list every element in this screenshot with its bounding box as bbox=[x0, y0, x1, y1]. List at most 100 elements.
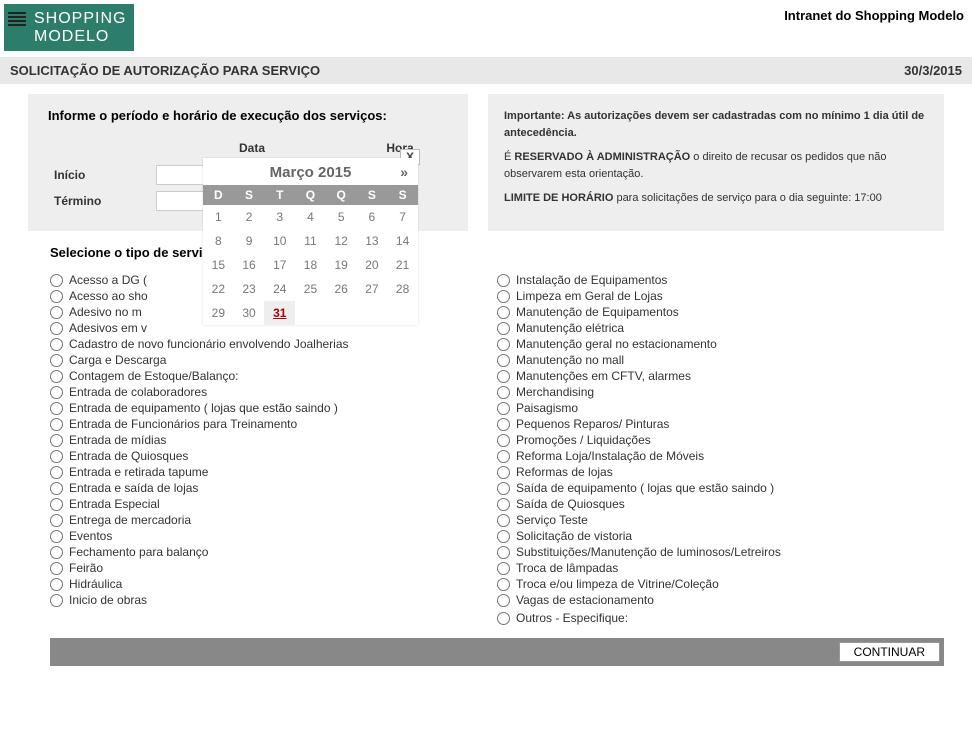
service-radio[interactable] bbox=[497, 498, 510, 511]
calendar-day-cell[interactable]: 1 bbox=[203, 205, 234, 229]
service-radio[interactable] bbox=[497, 450, 510, 463]
calendar-day-cell[interactable]: 26 bbox=[326, 277, 357, 301]
service-radio[interactable] bbox=[50, 322, 63, 335]
calendar-day-cell[interactable]: 2 bbox=[234, 205, 265, 229]
service-label: Manutenção de Equipamentos bbox=[516, 305, 679, 319]
calendar-day-cell[interactable]: 28 bbox=[387, 277, 418, 301]
calendar-day-cell[interactable]: 19 bbox=[326, 253, 357, 277]
service-radio[interactable] bbox=[50, 562, 63, 575]
service-radio[interactable] bbox=[50, 594, 63, 607]
service-radio[interactable] bbox=[50, 466, 63, 479]
service-radio[interactable] bbox=[50, 482, 63, 495]
service-radio[interactable] bbox=[497, 434, 510, 447]
service-radio[interactable] bbox=[497, 274, 510, 287]
calendar-day-cell[interactable]: 13 bbox=[357, 229, 388, 253]
service-item: Entrada de mídias bbox=[50, 432, 497, 448]
service-label: Entrada de Quiosques bbox=[69, 449, 188, 463]
calendar-day-cell[interactable]: 14 bbox=[387, 229, 418, 253]
calendar-day-cell[interactable]: 31 bbox=[264, 301, 295, 325]
calendar-day-cell[interactable]: 5 bbox=[326, 205, 357, 229]
service-radio[interactable] bbox=[497, 322, 510, 335]
service-radio[interactable] bbox=[50, 338, 63, 351]
calendar-day-cell[interactable]: 29 bbox=[203, 301, 234, 325]
calendar-day-cell[interactable]: 30 bbox=[234, 301, 265, 325]
service-radio[interactable] bbox=[497, 370, 510, 383]
service-radio[interactable] bbox=[50, 418, 63, 431]
service-radio[interactable] bbox=[50, 450, 63, 463]
service-radio[interactable] bbox=[497, 354, 510, 367]
service-radio[interactable] bbox=[497, 594, 510, 607]
intranet-title: Intranet do Shopping Modelo bbox=[784, 4, 964, 23]
calendar-day-cell[interactable]: 15 bbox=[203, 253, 234, 277]
service-radio[interactable] bbox=[497, 546, 510, 559]
service-item: Vagas de estacionamento bbox=[497, 592, 944, 608]
service-radio[interactable] bbox=[50, 306, 63, 319]
service-radio[interactable] bbox=[497, 338, 510, 351]
calendar-day-cell[interactable]: 12 bbox=[326, 229, 357, 253]
calendar-day-cell[interactable]: 27 bbox=[357, 277, 388, 301]
calendar-day-cell[interactable]: 3 bbox=[264, 205, 295, 229]
service-radio[interactable] bbox=[497, 514, 510, 527]
calendar-dow-cell: S bbox=[234, 185, 265, 205]
calendar-day-cell[interactable]: 21 bbox=[387, 253, 418, 277]
calendar-day-cell[interactable]: 18 bbox=[295, 253, 326, 277]
service-radio[interactable] bbox=[50, 530, 63, 543]
calendar-dow-cell: D bbox=[203, 185, 234, 205]
service-label: Manutenção no mall bbox=[516, 353, 624, 367]
service-label: Contagem de Estoque/Balanço: bbox=[69, 369, 238, 383]
service-label: Fechamento para balanço bbox=[69, 545, 208, 559]
service-radio[interactable] bbox=[497, 402, 510, 415]
service-radio[interactable] bbox=[50, 386, 63, 399]
service-radio[interactable] bbox=[50, 434, 63, 447]
calendar-day-cell[interactable]: 20 bbox=[357, 253, 388, 277]
logo[interactable]: SHOPPING MODELO bbox=[4, 4, 134, 51]
calendar-day-cell[interactable]: 22 bbox=[203, 277, 234, 301]
service-radio[interactable] bbox=[50, 498, 63, 511]
outros-input[interactable] bbox=[634, 609, 834, 627]
service-radio[interactable] bbox=[497, 466, 510, 479]
calendar-day-cell[interactable]: 9 bbox=[234, 229, 265, 253]
service-label: Reforma Loja/Instalação de Móveis bbox=[516, 449, 704, 463]
calendar-day-cell[interactable]: 24 bbox=[264, 277, 295, 301]
service-radio[interactable] bbox=[497, 562, 510, 575]
calendar-day-cell[interactable]: 17 bbox=[264, 253, 295, 277]
calendar-day-cell[interactable]: 4 bbox=[295, 205, 326, 229]
service-radio[interactable] bbox=[50, 514, 63, 527]
service-radio[interactable] bbox=[497, 578, 510, 591]
service-label: Entrada de equipamento ( lojas que estão… bbox=[69, 401, 338, 415]
service-radio[interactable] bbox=[50, 354, 63, 367]
service-radio[interactable] bbox=[497, 306, 510, 319]
service-label: Feirão bbox=[69, 561, 103, 575]
calendar-day-cell[interactable]: 11 bbox=[295, 229, 326, 253]
service-radio[interactable] bbox=[497, 290, 510, 303]
calendar-day-cell bbox=[387, 301, 418, 325]
calendar-day-cell[interactable]: 6 bbox=[357, 205, 388, 229]
service-radio[interactable] bbox=[50, 546, 63, 559]
calendar-month-title: Março 2015 bbox=[270, 164, 352, 181]
service-radio[interactable] bbox=[497, 482, 510, 495]
calendar-popup: X Março 2015 » DSTQQSS 12345678910111213… bbox=[203, 158, 418, 325]
calendar-day-cell[interactable]: 23 bbox=[234, 277, 265, 301]
service-radio[interactable] bbox=[50, 290, 63, 303]
service-radio-outros[interactable] bbox=[497, 612, 510, 625]
service-radio[interactable] bbox=[497, 530, 510, 543]
service-item: Entrada e retirada tapume bbox=[50, 464, 497, 480]
calendar-day-cell[interactable]: 25 bbox=[295, 277, 326, 301]
calendar-day-cell[interactable]: 10 bbox=[264, 229, 295, 253]
service-radio[interactable] bbox=[497, 418, 510, 431]
service-label: Cadastro de novo funcionário envolvendo … bbox=[69, 337, 349, 351]
service-radio[interactable] bbox=[497, 386, 510, 399]
continue-button[interactable]: CONTINUAR bbox=[839, 642, 940, 662]
calendar-day-cell[interactable]: 8 bbox=[203, 229, 234, 253]
service-label: Instalação de Equipamentos bbox=[516, 273, 667, 287]
calendar-next-button[interactable]: » bbox=[400, 164, 408, 180]
service-radio[interactable] bbox=[50, 578, 63, 591]
calendar-day-cell[interactable]: 7 bbox=[387, 205, 418, 229]
service-radio[interactable] bbox=[50, 402, 63, 415]
service-radio[interactable] bbox=[50, 370, 63, 383]
service-label: Entrada Especial bbox=[69, 497, 160, 511]
logo-line1: SHOPPING bbox=[34, 10, 126, 28]
calendar-day-cell[interactable]: 16 bbox=[234, 253, 265, 277]
service-item: Substituições/Manutenção de luminosos/Le… bbox=[497, 544, 944, 560]
service-radio[interactable] bbox=[50, 274, 63, 287]
